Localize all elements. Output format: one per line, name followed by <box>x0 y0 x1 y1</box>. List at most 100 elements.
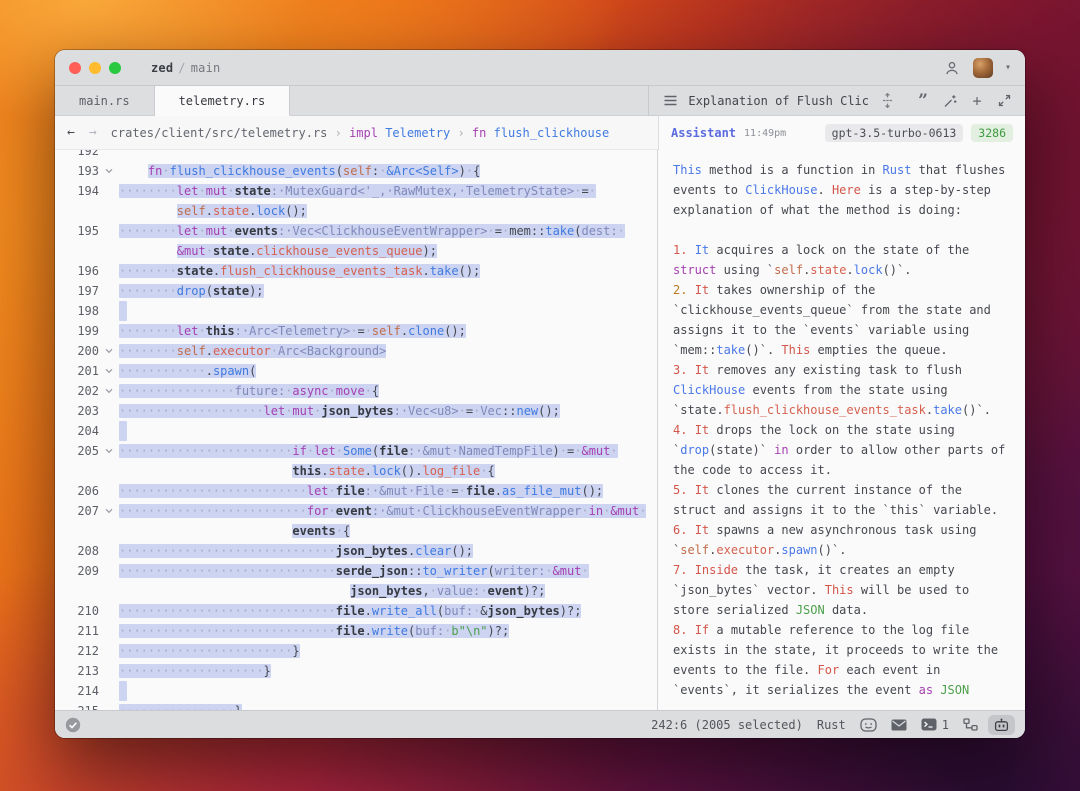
fold-gutter <box>99 421 119 441</box>
assistant-paragraph: 2. It takes ownership of the `clickhouse… <box>673 280 1010 360</box>
forward-arrow-icon[interactable]: → <box>89 125 97 140</box>
selection-highlight: ··························for·event:·&mu… <box>119 504 646 518</box>
copilot-icon[interactable] <box>860 718 877 732</box>
selection-highlight: events·{ <box>292 524 350 538</box>
fold-chevron-icon[interactable] <box>99 161 119 181</box>
split-resize-icon[interactable] <box>878 92 896 110</box>
assistant-paragraph: 1. It acquires a lock on the state of th… <box>673 240 1010 280</box>
message-role[interactable]: Assistant <box>671 126 736 140</box>
fold-chevron-icon[interactable] <box>99 441 119 461</box>
line-number: 194 <box>55 181 99 201</box>
code-row[interactable]: self.state.lock(); <box>55 201 657 221</box>
code-row[interactable]: 197········drop(state); <box>55 281 657 301</box>
code-row[interactable]: 200········self.executor·Arc<Background> <box>55 341 657 361</box>
collaborator-icon[interactable] <box>943 59 961 77</box>
fold-gutter <box>99 221 119 241</box>
feedback-mail-icon[interactable] <box>891 719 907 731</box>
fold-gutter <box>99 150 119 161</box>
chevron-down-icon[interactable]: ▾ <box>1005 62 1011 73</box>
quote-selection-icon[interactable]: ” <box>914 92 932 110</box>
code-row[interactable]: 199········let·this:·Arc<Telemetry>·=·se… <box>55 321 657 341</box>
code-row[interactable]: 213····················} <box>55 661 657 681</box>
terminal-icon[interactable] <box>921 718 937 731</box>
user-avatar[interactable] <box>973 58 993 78</box>
branch-name[interactable]: main <box>191 61 221 75</box>
assistant-toggle-icon[interactable] <box>988 715 1015 735</box>
diagnostics-check-icon[interactable] <box>65 717 81 733</box>
code-row[interactable]: 208······························json_by… <box>55 541 657 561</box>
code-row[interactable]: 211······························file.wr… <box>55 621 657 641</box>
expand-panel-icon[interactable] <box>995 92 1013 110</box>
message-time: 11:49pm <box>744 128 786 139</box>
language-selector[interactable]: Rust <box>817 718 846 732</box>
code-row[interactable]: 205························if·let·Some(f… <box>55 441 657 461</box>
code-row[interactable]: 210······························file.wr… <box>55 601 657 621</box>
back-arrow-icon[interactable]: ← <box>67 125 75 140</box>
code-row[interactable]: events·{ <box>55 521 657 541</box>
code-row[interactable]: 215················} <box>55 701 657 710</box>
fold-chevron-icon[interactable] <box>99 341 119 361</box>
project-diagram-icon[interactable] <box>963 718 978 731</box>
cursor-position[interactable]: 242:6 (2005 selected) <box>651 718 803 732</box>
code-row[interactable]: 193 fn·flush_clickhouse_events(self:·&Ar… <box>55 161 657 181</box>
code-row[interactable]: 212························} <box>55 641 657 661</box>
code-row[interactable]: 198 <box>55 301 657 321</box>
fold-gutter <box>99 561 119 581</box>
line-number <box>55 241 99 261</box>
code-editor[interactable]: 192193 fn·flush_clickhouse_events(self:·… <box>55 150 658 710</box>
code-row[interactable]: 207··························for·event:·… <box>55 501 657 521</box>
title-bar: zed/main ▾ <box>55 50 1025 86</box>
assistant-panel-header: Explanation of Flush Clic ” + <box>648 86 1025 116</box>
code-row[interactable]: this.state.lock().log_file·{ <box>55 461 657 481</box>
code-row[interactable]: 192 <box>55 150 657 161</box>
code-row[interactable]: 202················future:·async·move·{ <box>55 381 657 401</box>
code-row[interactable]: 195········let·mut·events:·Vec<Clickhous… <box>55 221 657 241</box>
code-row[interactable]: 209······························serde_j… <box>55 561 657 581</box>
fold-gutter <box>99 701 119 710</box>
selection-highlight: ········let·this:·Arc<Telemetry>·=·self.… <box>119 324 466 338</box>
fold-gutter <box>99 261 119 281</box>
line-number: 211 <box>55 621 99 641</box>
selection-highlight <box>119 421 127 441</box>
code-row[interactable]: 214 <box>55 681 657 701</box>
fold-gutter <box>99 541 119 561</box>
code-row[interactable]: 194········let·mut·state:·MutexGuard<'_,… <box>55 181 657 201</box>
line-number: 195 <box>55 221 99 241</box>
model-badge[interactable]: gpt-3.5-turbo-0613 <box>825 124 964 142</box>
assistant-paragraph: 3. It removes any existing task to flush… <box>673 360 1010 420</box>
line-number: 204 <box>55 421 99 441</box>
tab-main-rs[interactable]: main.rs <box>55 86 155 115</box>
code-row[interactable]: 206··························let·file:·&… <box>55 481 657 501</box>
code-row[interactable]: 204 <box>55 421 657 441</box>
code-row[interactable]: 201············.spawn( <box>55 361 657 381</box>
minimize-button[interactable] <box>89 62 101 74</box>
zoom-button[interactable] <box>109 62 121 74</box>
fold-gutter <box>99 321 119 341</box>
fold-chevron-icon[interactable] <box>99 381 119 401</box>
window-title: zed/main <box>151 61 220 75</box>
fold-chevron-icon[interactable] <box>99 361 119 381</box>
selection-highlight: ························} <box>119 644 300 658</box>
fold-gutter <box>99 601 119 621</box>
selection-highlight: ··························let·file:·&mut… <box>119 484 603 498</box>
code-row[interactable]: 196········state.flush_clickhouse_events… <box>55 261 657 281</box>
selection-highlight <box>119 301 127 321</box>
menu-icon[interactable] <box>661 92 679 110</box>
new-conversation-icon[interactable]: + <box>968 92 986 110</box>
code-row[interactable]: json_bytes,·value:·event)?; <box>55 581 657 601</box>
fold-chevron-icon[interactable] <box>99 501 119 521</box>
conversation-title[interactable]: Explanation of Flush Clic <box>688 94 869 108</box>
code-row[interactable]: &mut·state.clickhouse_events_queue); <box>55 241 657 261</box>
close-button[interactable] <box>69 62 81 74</box>
tab-telemetry-rs[interactable]: telemetry.rs <box>155 86 291 116</box>
assistant-conversation[interactable]: This method is a function in Rust that f… <box>659 150 1025 710</box>
fold-gutter <box>99 621 119 641</box>
terminal-count: 1 <box>942 718 949 732</box>
magic-wand-icon[interactable] <box>941 92 959 110</box>
selection-highlight: ······························json_bytes… <box>119 544 473 558</box>
project-name[interactable]: zed <box>151 61 173 75</box>
paragraph-gap <box>673 220 1010 240</box>
selection-highlight: json_bytes,·value:·event)?; <box>350 584 545 598</box>
code-row[interactable]: 203····················let·mut·json_byte… <box>55 401 657 421</box>
breadcrumb-path[interactable]: crates/client/src/telemetry.rs › impl Te… <box>111 126 610 140</box>
